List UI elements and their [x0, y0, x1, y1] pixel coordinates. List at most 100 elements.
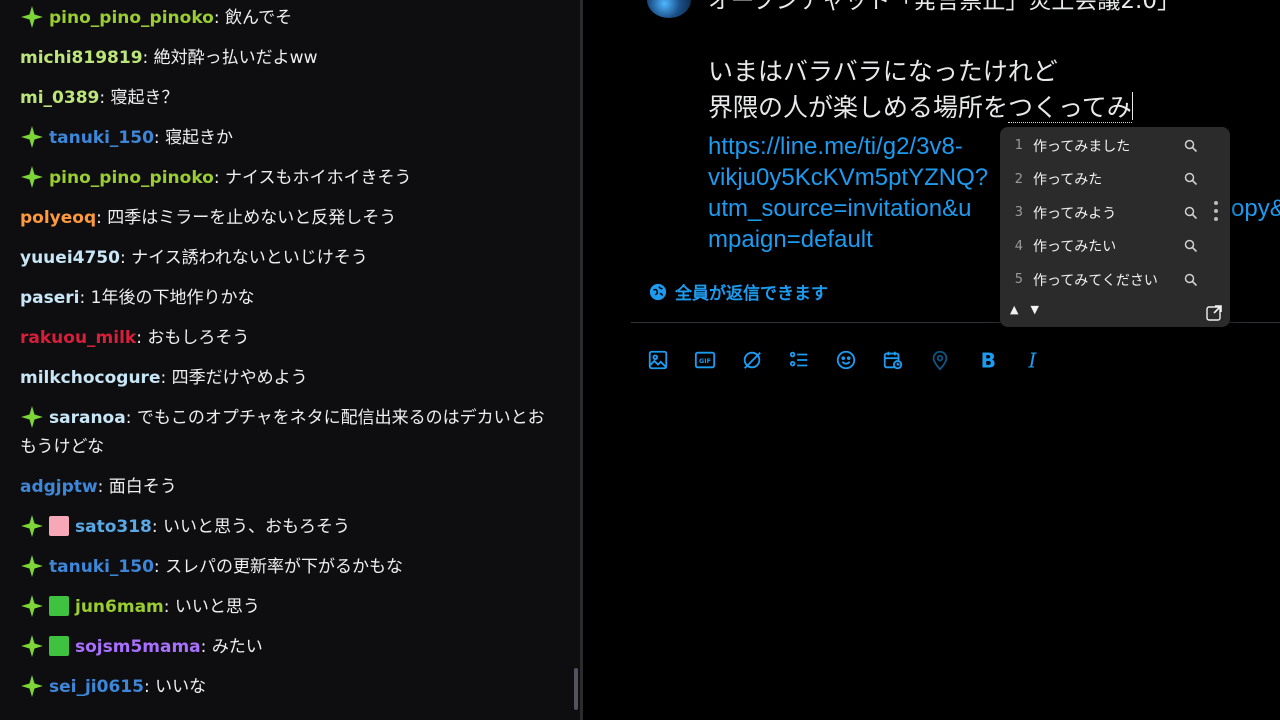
chat-username[interactable]: michi819819	[20, 48, 143, 68]
search-icon[interactable]	[1184, 139, 1198, 153]
chat-username[interactable]: yuuei4750	[20, 248, 120, 268]
text-caret	[1131, 92, 1133, 120]
link-line-1[interactable]: https://line.me/ti/g2/3v8-	[708, 131, 963, 162]
location-icon	[932, 350, 948, 371]
chat-message-text: 四季だけやめよう	[171, 368, 308, 388]
chat-message: tanuki_150: 寝起きか	[20, 124, 560, 153]
chat-scrollbar[interactable]	[574, 668, 578, 710]
expand-candidates-icon[interactable]	[1206, 305, 1222, 321]
chat-username[interactable]: saranoa	[49, 408, 126, 428]
bold-button[interactable]: B	[976, 345, 1023, 375]
chat-separator: :	[160, 368, 172, 388]
chat-message: mi_0389: 寝起き？	[20, 84, 560, 113]
chat-username[interactable]: tanuki_150	[49, 128, 154, 148]
search-icon[interactable]	[1184, 273, 1198, 287]
avatar[interactable]	[647, 0, 691, 18]
search-icon[interactable]	[1184, 206, 1198, 220]
reply-setting-button[interactable]: 全員が返信できます	[649, 279, 828, 304]
sparkle-badge-icon[interactable]	[20, 125, 44, 149]
chat-message-text: 寝起き？	[110, 88, 179, 108]
sparkle-badge-icon[interactable]	[20, 5, 44, 29]
chat-username[interactable]: milkchocogure	[20, 368, 160, 388]
chat-message-text: 面白そう	[108, 477, 177, 497]
chat-username[interactable]: pino_pino_pinoko	[49, 8, 214, 28]
image-icon	[648, 350, 668, 370]
link-line-4[interactable]: mpaign=default	[708, 224, 873, 255]
ime-candidate-number: 1	[1014, 138, 1023, 153]
chat-message: yuuei4750: ナイス誘われないといじけそう	[20, 244, 560, 273]
chat-username[interactable]: mi_0389	[20, 88, 99, 108]
italic-button[interactable]: I	[1023, 345, 1070, 375]
chat-separator: :	[163, 597, 175, 617]
ime-candidate-item[interactable]: 2 作ってみた	[1000, 163, 1230, 196]
gift-sub-badge-icon[interactable]	[49, 516, 69, 536]
chat-separator: :	[136, 328, 148, 348]
chat-username[interactable]: sato318	[75, 517, 152, 537]
ime-page-down-button[interactable]: ▼	[1030, 303, 1038, 316]
ime-candidate-number: 4	[1014, 238, 1023, 254]
chat-username[interactable]: sojsm5mama	[75, 637, 201, 657]
sparkle-badge-icon[interactable]	[20, 405, 44, 429]
bold-icon: B	[981, 349, 996, 371]
ime-page-nav: ▲ ▼	[1010, 303, 1039, 316]
gift-sub-badge-icon[interactable]	[49, 636, 69, 656]
sparkle-badge-icon[interactable]	[20, 554, 44, 578]
chat-separator: :	[99, 88, 111, 108]
post-title-line[interactable]: オープンチャット「発言禁止」炎上会議2.0」	[708, 0, 1180, 16]
link-line-2[interactable]: vikju0y5KcKVm5ptYZNQ?	[708, 162, 988, 193]
post-body-text-2: 界隈の人が楽しめる場所を	[708, 93, 1009, 122]
sparkle-badge-icon[interactable]	[20, 674, 44, 698]
chat-username[interactable]: tanuki_150	[49, 557, 154, 577]
sparkle-badge-icon[interactable]	[20, 594, 44, 618]
chat-message-text: 絶対酔っ払いだよww	[153, 48, 318, 68]
chat-message-text: みたい	[211, 637, 263, 657]
link-line-3-tail: opy&	[1231, 195, 1280, 222]
post-body-line-2[interactable]: 界隈の人が楽しめる場所をつくってみ	[708, 90, 1133, 126]
post-body-text-1: いまはバラバラになったけれど	[708, 57, 1058, 86]
sparkle-badge-icon[interactable]	[20, 514, 44, 538]
chat-username[interactable]: pino_pino_pinoko	[49, 168, 214, 188]
ime-candidate-number: 3	[1014, 205, 1023, 221]
chat-message-text: おもしろそう	[147, 328, 250, 348]
schedule-icon	[883, 351, 903, 370]
search-icon[interactable]	[1184, 239, 1198, 253]
emoji-button[interactable]	[835, 345, 882, 375]
chat-username[interactable]: rakuou_milk	[20, 328, 136, 348]
chat-message-text: ナイスもホイホイきそう	[225, 168, 412, 188]
ime-candidate-item[interactable]: 3 作ってみよう	[1000, 196, 1230, 229]
chat-username[interactable]: jun6mam	[75, 597, 164, 617]
schedule-button[interactable]	[882, 345, 929, 375]
ime-page-up-button[interactable]: ▲	[1010, 303, 1018, 316]
gift-sub-badge-icon[interactable]	[49, 596, 69, 616]
ime-candidate-text: 作ってみた	[1033, 172, 1103, 189]
location-button[interactable]	[929, 345, 976, 375]
chat-message-text: 飲んでそ	[225, 8, 293, 28]
chat-username[interactable]: paseri	[20, 288, 80, 308]
chat-username[interactable]: polyeoq	[20, 208, 96, 228]
chat-message-list[interactable]: pino_pino_pinoko: 飲んでそ michi819819: 絶対酔っ払…	[0, 0, 572, 720]
gif-button[interactable]: GIF	[694, 345, 741, 375]
ime-candidate-item[interactable]: 1 作ってみました	[1000, 129, 1230, 162]
image-button[interactable]	[647, 345, 694, 375]
ime-candidate-text: 作ってみたい	[1033, 239, 1117, 256]
sparkle-badge-icon[interactable]	[20, 634, 44, 658]
grok-button[interactable]	[741, 345, 788, 375]
search-icon[interactable]	[1184, 172, 1198, 186]
chat-username[interactable]: sei_ji0615	[49, 677, 144, 697]
emoji-icon	[836, 350, 856, 370]
italic-icon: I	[1028, 349, 1038, 371]
poll-icon	[789, 351, 808, 367]
ime-candidate-item[interactable]: 5 作ってみてください	[1000, 263, 1230, 296]
poll-button[interactable]	[788, 345, 835, 375]
ime-candidate-item[interactable]: 4 作ってみたい	[1000, 230, 1230, 263]
reply-setting-label: 全員が返信できます	[675, 284, 828, 304]
chat-message: adgjptw: 面白そう	[20, 473, 560, 502]
chat-username[interactable]: adgjptw	[20, 477, 98, 497]
composer-toolbar: GIF B I	[647, 345, 1070, 375]
sparkle-badge-icon[interactable]	[20, 165, 44, 189]
chat-message-text: いいと思う	[174, 597, 260, 617]
post-body-line-1[interactable]: いまはバラバラになったけれど	[708, 54, 1058, 90]
link-line-3[interactable]: utm_source=invitation&u	[708, 193, 971, 224]
chat-panel: pino_pino_pinoko: 飲んでそ michi819819: 絶対酔っ払…	[0, 0, 580, 720]
chat-separator: :	[213, 168, 226, 188]
